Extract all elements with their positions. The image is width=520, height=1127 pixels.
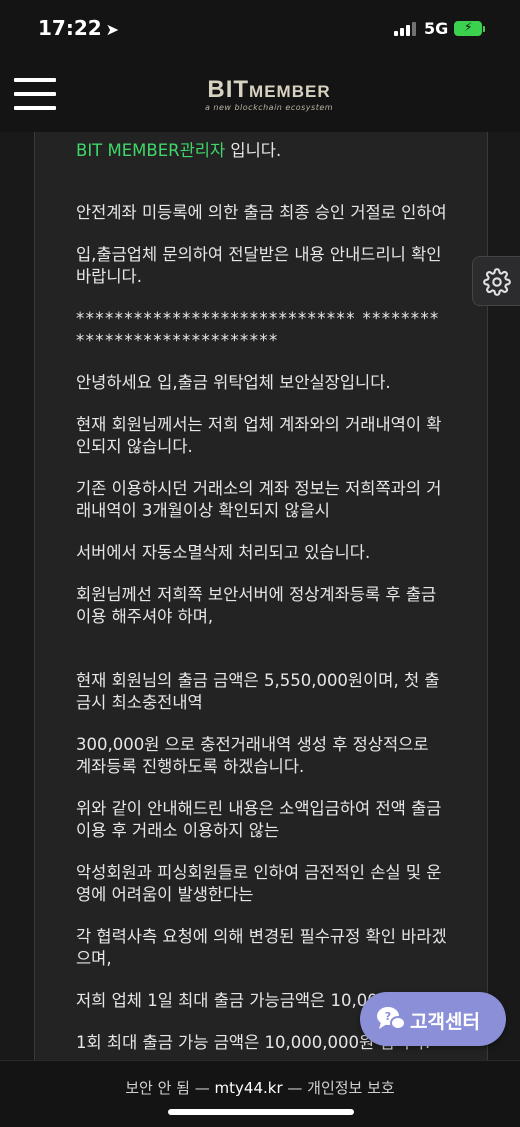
message-divider: ***************************** **********… (76, 309, 440, 350)
status-time: 17:22 ➤ (38, 16, 120, 40)
location-arrow-icon: ➤ (105, 20, 120, 39)
message-paragraph: 악성회원과 피싱회원들로 인하여 금전적인 손실 및 운영에 어려움이 발생한다… (76, 863, 442, 904)
svg-text:?: ? (385, 1010, 391, 1023)
network-type: 5G (424, 19, 449, 38)
battery-charging-icon: ⚡ (454, 20, 485, 36)
menu-icon[interactable] (14, 78, 56, 110)
sender-name: BIT MEMBER관리자 (76, 141, 226, 160)
browser-address-bar[interactable]: 보안 안 됨 — mty44.kr — 개인정보 보호 (0, 1060, 520, 1127)
settings-button[interactable] (472, 256, 520, 306)
message-paragraph: 현재 회원님의 출금 금액은 5,550,000원이며, 첫 출금시 최소충전내… (76, 671, 440, 712)
chat-bubble-icon: ? (377, 1007, 406, 1030)
message-body: BIT MEMBER관리자 입니다. 안전계좌 미등록에 의한 출금 최종 승인… (76, 140, 448, 1054)
customer-center-button[interactable]: ? 고객센터 (360, 992, 506, 1046)
message-paragraph: 300,000원 으로 충전거래내역 생성 후 정상적으로 계좌등록 진행하도록… (76, 735, 429, 776)
message-paragraph: 기존 이용하시던 거래소의 계좌 정보는 저희쪽과의 거래내역이 3개월이상 확… (76, 479, 442, 520)
message-greeting: BIT MEMBER관리자 입니다. (76, 141, 282, 160)
message-paragraph: 안전계좌 미등록에 의한 출금 최종 승인 거절로 인하여 (76, 203, 447, 222)
address-bar-url: 보안 안 됨 — mty44.kr — 개인정보 보호 (125, 1079, 395, 1097)
message-paragraph: 서버에서 자동소멸삭제 처리되고 있습니다. (76, 543, 371, 562)
status-bar: 17:22 ➤ 5G ⚡ (0, 0, 520, 56)
site-header: BITMEMBER a new blockchain ecosystem (0, 56, 520, 132)
message-paragraph: 회원님께선 저희쪽 보안서버에 정상계좌등록 후 출금 이용 해주셔야 하며, (76, 585, 437, 626)
message-paragraph: 입,출금업체 문의하여 전달받은 내용 안내드리니 확인바랍니다. (76, 245, 442, 286)
gear-icon (483, 268, 511, 296)
message-paragraph: 현재 회원님께서는 저희 업체 계좌와의 거래내역이 확인되지 않습니다. (76, 415, 442, 456)
home-indicator[interactable] (168, 1109, 354, 1115)
message-paragraph: 각 협력사측 요청에 의해 변경된 필수규정 확인 바라겠으며, (76, 927, 447, 968)
message-paragraph: 위와 같이 안내해드린 내용은 소액입금하여 전액 출금 이용 후 거래소 이용… (76, 799, 442, 840)
message-paragraph: 안녕하세요 입,출금 위탁업체 보안실장입니다. (76, 373, 391, 392)
bitmember-logo[interactable]: BITMEMBER a new blockchain ecosystem (194, 76, 344, 112)
cellular-signal-icon (394, 22, 416, 36)
